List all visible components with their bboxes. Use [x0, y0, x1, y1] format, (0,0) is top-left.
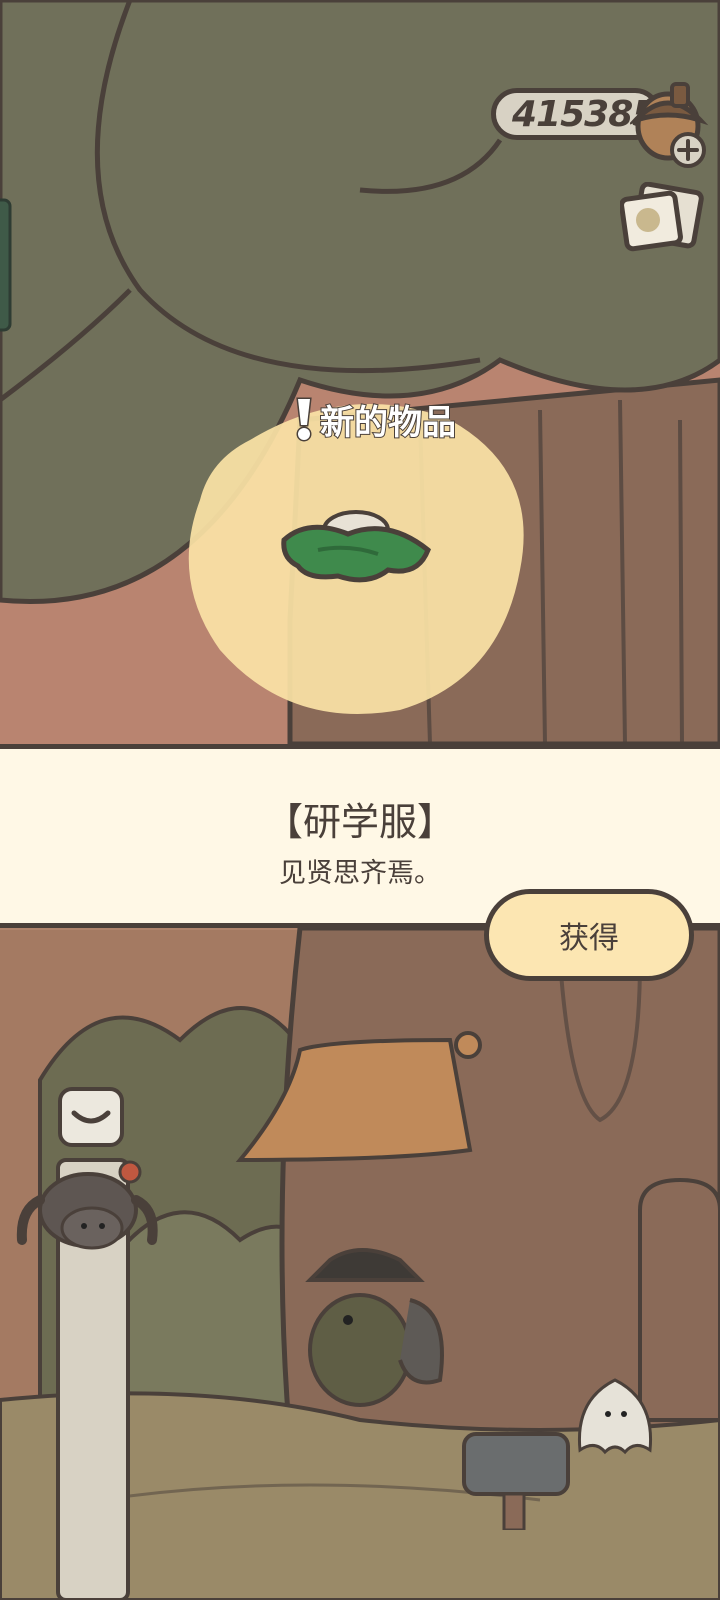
- new-item-title-text: 新的物品: [319, 402, 457, 444]
- chevron-down-icon[interactable]: [56, 1085, 126, 1151]
- mailbox-icon[interactable]: [460, 1420, 580, 1530]
- frog-traveler-character[interactable]: [280, 1240, 460, 1420]
- new-item-title: 新的物品: [294, 394, 457, 444]
- spider-character[interactable]: [10, 1160, 160, 1270]
- plus-icon[interactable]: [668, 130, 708, 170]
- ghost-character[interactable]: [570, 1370, 660, 1460]
- green-clothing-icon: [281, 510, 431, 583]
- get-button[interactable]: 获得: [484, 889, 694, 981]
- photo-album-icon[interactable]: [620, 182, 704, 258]
- exclamation-icon: [296, 397, 312, 442]
- item-description: 见贤思齐焉。: [279, 858, 441, 889]
- get-button-label: 获得: [559, 921, 619, 956]
- item-name: 【研学服】: [264, 800, 455, 844]
